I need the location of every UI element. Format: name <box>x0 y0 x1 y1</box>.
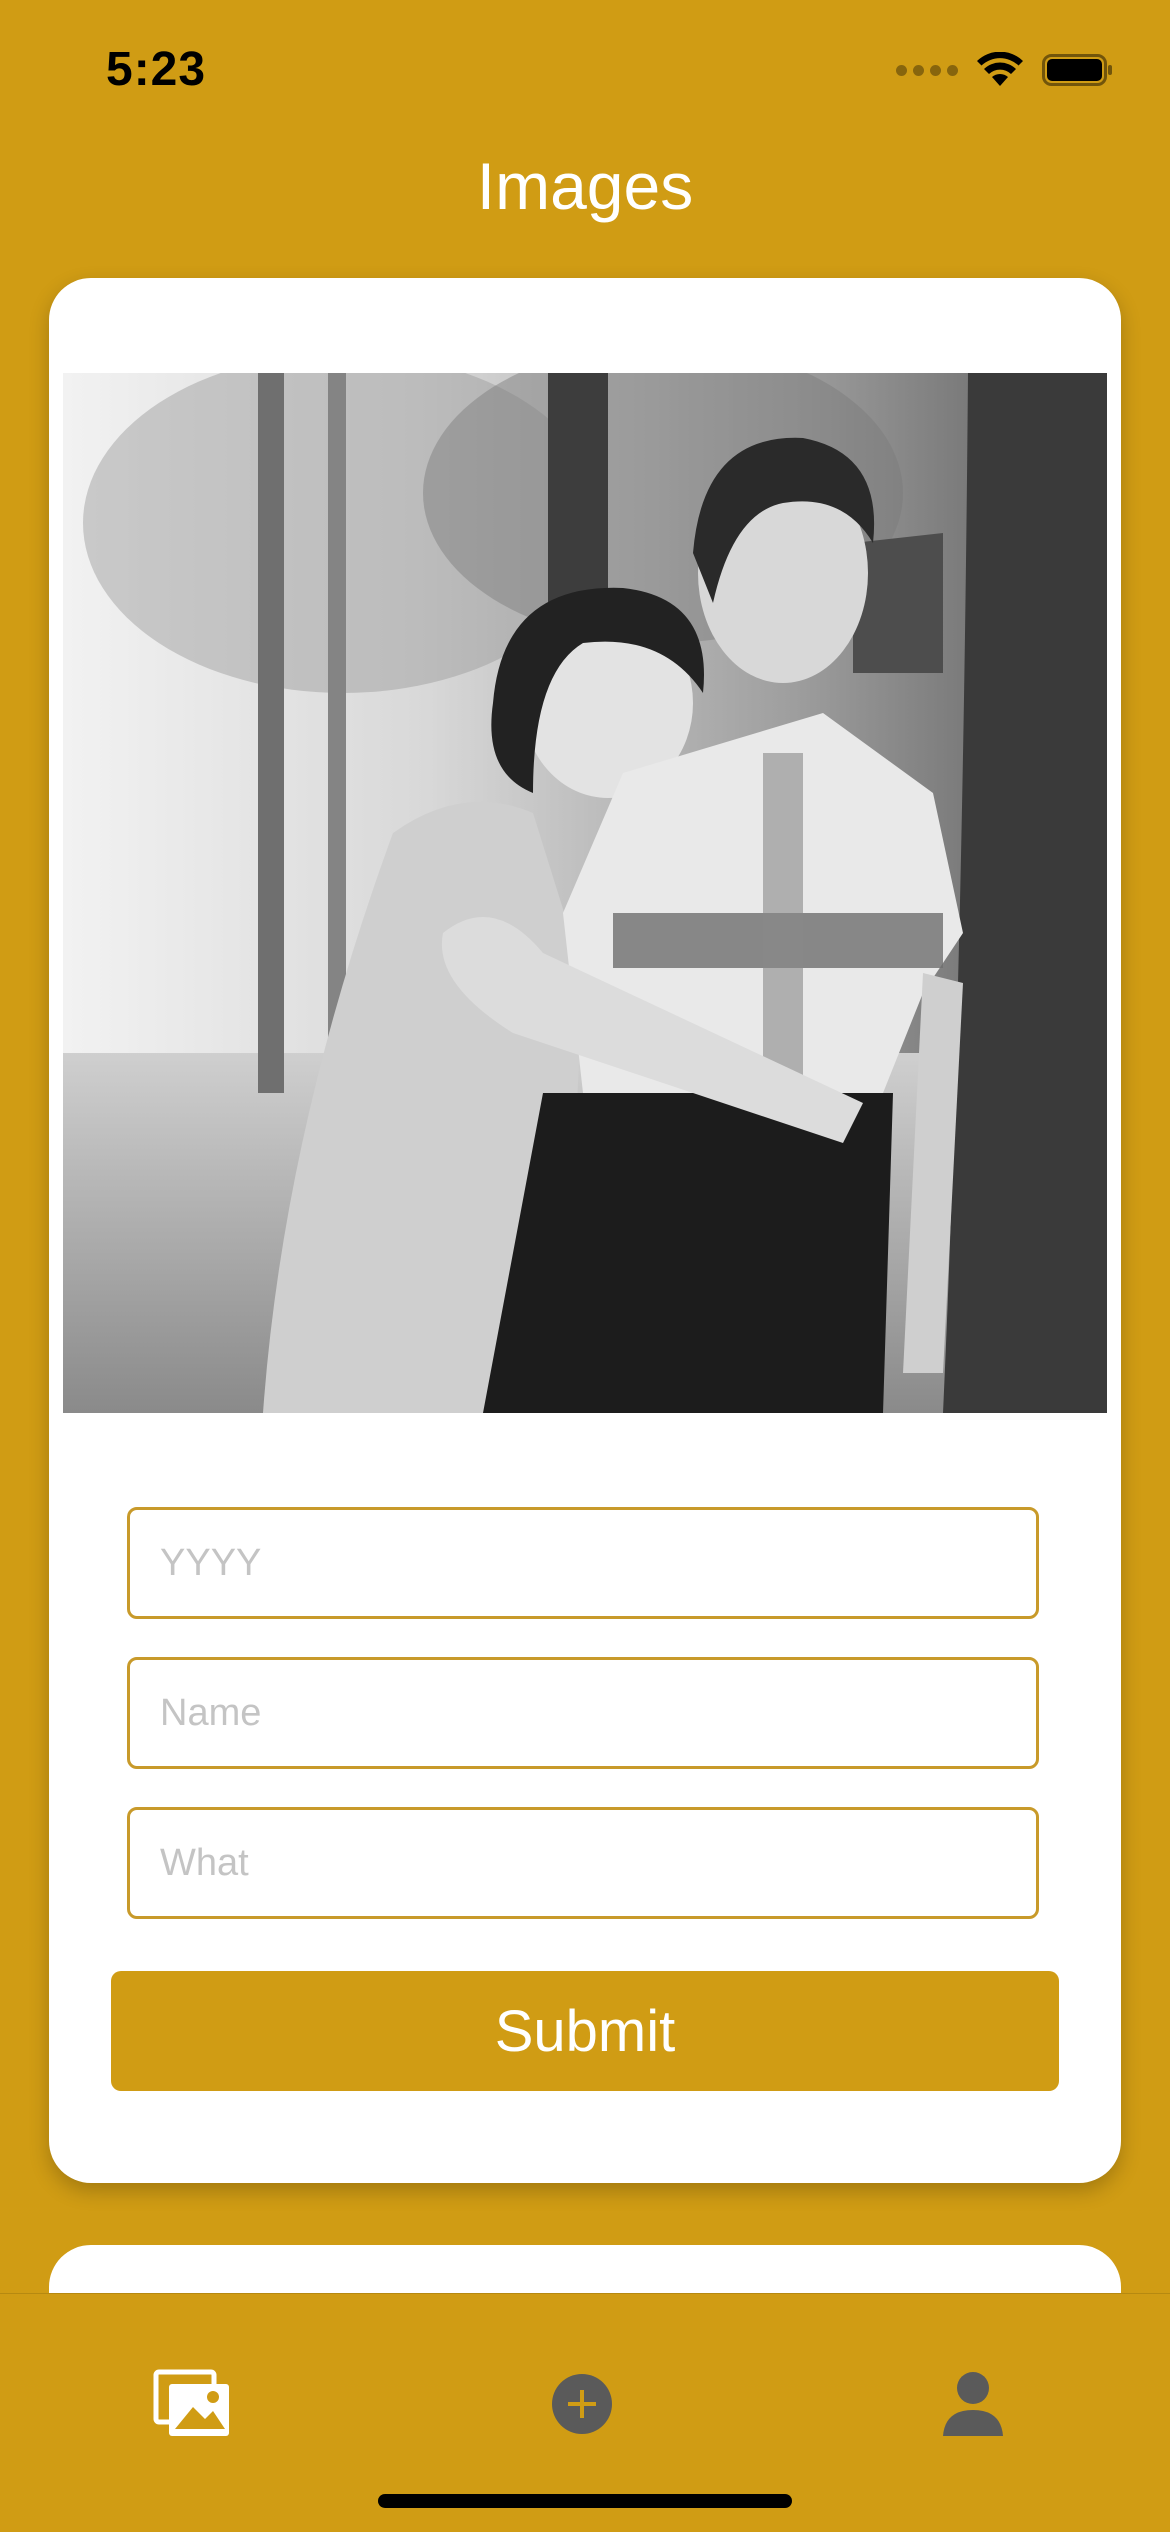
tab-images[interactable] <box>153 2364 233 2444</box>
status-time: 5:23 <box>106 43 207 96</box>
photo-image <box>63 373 1107 1413</box>
profile-icon <box>943 2372 1003 2436</box>
add-circle-icon <box>552 2374 612 2434</box>
tab-profile[interactable] <box>933 2364 1013 2444</box>
year-field[interactable] <box>127 1507 1039 1619</box>
status-icons <box>896 52 1114 88</box>
home-indicator <box>378 2494 792 2508</box>
name-input[interactable] <box>130 1660 1036 1766</box>
year-input[interactable] <box>130 1510 1036 1616</box>
wifi-icon <box>977 52 1023 86</box>
uploaded-photo[interactable] <box>63 373 1107 1413</box>
tab-add[interactable] <box>542 2364 622 2444</box>
submit-button[interactable]: Submit <box>111 1971 1059 2091</box>
page-title: Images <box>476 149 694 223</box>
cellular-signal-icon <box>896 64 958 76</box>
upload-card: Submit <box>49 278 1121 2183</box>
what-input[interactable] <box>130 1810 1036 1916</box>
images-icon <box>153 2369 229 2436</box>
battery-icon <box>1042 54 1112 86</box>
what-field[interactable] <box>127 1807 1039 1919</box>
app-screen: 5:23 Images YYYY Name What Submit <box>0 0 1170 2532</box>
name-field[interactable] <box>127 1657 1039 1769</box>
